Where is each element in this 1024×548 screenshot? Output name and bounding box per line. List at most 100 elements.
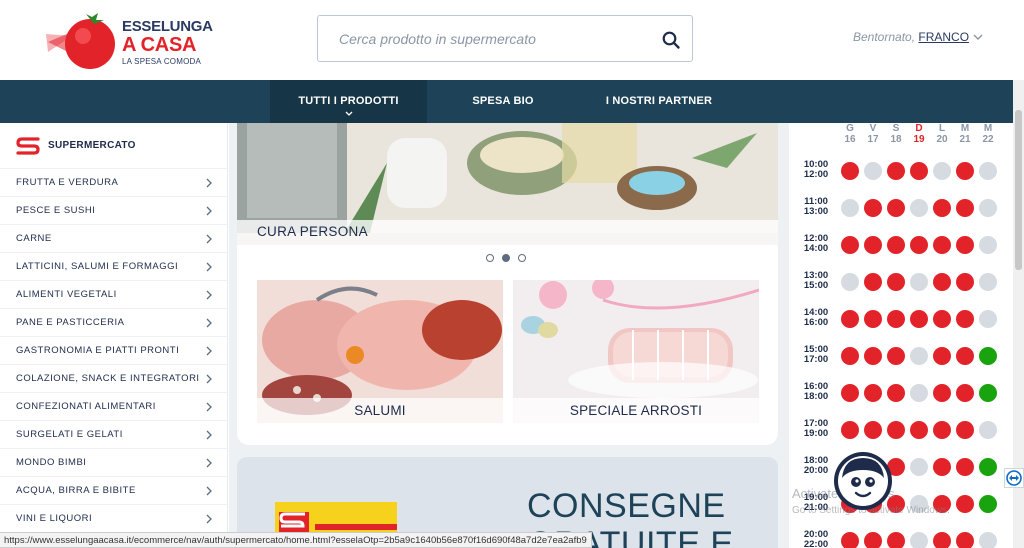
delivery-slot-red[interactable] bbox=[910, 162, 928, 180]
chevron-down-icon[interactable] bbox=[973, 32, 983, 42]
delivery-slot-red[interactable] bbox=[887, 273, 905, 291]
delivery-slot-gray[interactable] bbox=[910, 199, 928, 217]
nav-tutti-i-prodotti[interactable]: TUTTI I PRODOTTI bbox=[270, 80, 427, 123]
sidebar-item[interactable]: MONDO BIMBI bbox=[0, 448, 228, 476]
esselunga-logo[interactable]: ESSELUNGA A CASA LA SPESA COMODA bbox=[14, 10, 213, 70]
sidebar-item[interactable]: VINI E LIQUORI bbox=[0, 504, 228, 532]
delivery-slot-red[interactable] bbox=[933, 236, 951, 254]
carousel-dot[interactable] bbox=[486, 254, 494, 262]
delivery-slot-red[interactable] bbox=[933, 273, 951, 291]
delivery-slot-red[interactable] bbox=[910, 421, 928, 439]
delivery-slot-red[interactable] bbox=[933, 347, 951, 365]
nav-i-nostri-partner[interactable]: I NOSTRI PARTNER bbox=[594, 80, 724, 123]
delivery-slot-green[interactable] bbox=[979, 347, 997, 365]
teamviewer-edge-button[interactable] bbox=[1004, 468, 1024, 488]
delivery-slot-red[interactable] bbox=[910, 310, 928, 328]
delivery-slot-red[interactable] bbox=[933, 199, 951, 217]
delivery-slot-red[interactable] bbox=[956, 199, 974, 217]
delivery-slot-red[interactable] bbox=[864, 273, 882, 291]
carousel-dot[interactable] bbox=[518, 254, 526, 262]
delivery-slot-green[interactable] bbox=[979, 384, 997, 402]
delivery-slot-red[interactable] bbox=[841, 532, 859, 548]
delivery-slot-gray[interactable] bbox=[910, 532, 928, 548]
delivery-slot-red[interactable] bbox=[841, 421, 859, 439]
delivery-slot-gray[interactable] bbox=[979, 199, 997, 217]
delivery-slot-red[interactable] bbox=[956, 458, 974, 476]
delivery-slot-gray[interactable] bbox=[910, 458, 928, 476]
delivery-slot-red[interactable] bbox=[841, 347, 859, 365]
delivery-slot-red[interactable] bbox=[933, 532, 951, 548]
delivery-slot-red[interactable] bbox=[956, 310, 974, 328]
sidebar-item[interactable]: CARNE bbox=[0, 224, 228, 252]
delivery-slot-red[interactable] bbox=[864, 236, 882, 254]
delivery-slot-gray[interactable] bbox=[979, 162, 997, 180]
delivery-slot-red[interactable] bbox=[887, 347, 905, 365]
sidebar-item[interactable]: SURGELATI E GELATI bbox=[0, 420, 228, 448]
delivery-slot-gray[interactable] bbox=[933, 162, 951, 180]
delivery-slot-green[interactable] bbox=[979, 458, 997, 476]
delivery-slot-gray[interactable] bbox=[979, 236, 997, 254]
delivery-slot-red[interactable] bbox=[933, 421, 951, 439]
delivery-slot-gray[interactable] bbox=[864, 162, 882, 180]
delivery-slot-red[interactable] bbox=[887, 199, 905, 217]
tile-salumi[interactable]: SALUMI bbox=[257, 280, 503, 423]
chat-assistant-icon[interactable] bbox=[832, 450, 894, 512]
delivery-slot-gray[interactable] bbox=[979, 273, 997, 291]
delivery-slot-red[interactable] bbox=[956, 236, 974, 254]
sidebar-item[interactable]: ACQUA, BIRRA E BIBITE bbox=[0, 476, 228, 504]
sidebar-item[interactable]: LATTICINI, SALUMI E FORMAGGI bbox=[0, 252, 228, 280]
delivery-slot-red[interactable] bbox=[864, 199, 882, 217]
delivery-slot-red[interactable] bbox=[956, 162, 974, 180]
delivery-slot-red[interactable] bbox=[956, 273, 974, 291]
delivery-slot-gray[interactable] bbox=[910, 273, 928, 291]
delivery-slot-red[interactable] bbox=[887, 384, 905, 402]
delivery-slot-red[interactable] bbox=[933, 384, 951, 402]
search-input[interactable] bbox=[339, 28, 639, 50]
sidebar-item[interactable]: GASTRONOMIA E PIATTI PRONTI bbox=[0, 336, 228, 364]
delivery-slot-red[interactable] bbox=[864, 347, 882, 365]
delivery-slot-red[interactable] bbox=[887, 532, 905, 548]
delivery-slot-red[interactable] bbox=[910, 236, 928, 254]
user-name[interactable]: FRANCO bbox=[918, 30, 969, 44]
scrollbar-thumb[interactable] bbox=[1015, 110, 1022, 270]
delivery-slot-red[interactable] bbox=[841, 162, 859, 180]
delivery-slot-red[interactable] bbox=[956, 532, 974, 548]
tile-speciale-arrosti[interactable]: SPECIALE ARROSTI bbox=[513, 280, 759, 423]
delivery-slot-red[interactable] bbox=[864, 310, 882, 328]
sidebar-item[interactable]: PANE E PASTICCERIA bbox=[0, 308, 228, 336]
delivery-slot-gray[interactable] bbox=[910, 384, 928, 402]
delivery-slot-red[interactable] bbox=[956, 421, 974, 439]
delivery-slot-gray[interactable] bbox=[979, 310, 997, 328]
nav-spesa-bio[interactable]: SPESA BIO bbox=[448, 80, 558, 123]
search-icon[interactable] bbox=[661, 30, 681, 50]
delivery-slot-red[interactable] bbox=[956, 347, 974, 365]
user-menu[interactable]: Bentornato, FRANCO bbox=[853, 30, 983, 44]
carousel-dot-active[interactable] bbox=[502, 254, 510, 262]
delivery-slot-red[interactable] bbox=[956, 384, 974, 402]
sidebar-item[interactable]: PESCE E SUSHI bbox=[0, 196, 228, 224]
delivery-slot-red[interactable] bbox=[887, 236, 905, 254]
delivery-slot-gray[interactable] bbox=[979, 421, 997, 439]
delivery-slot-red[interactable] bbox=[841, 236, 859, 254]
delivery-slot-red[interactable] bbox=[864, 421, 882, 439]
sidebar-item[interactable]: ALIMENTI VEGETALI bbox=[0, 280, 228, 308]
hero-banner[interactable]: CURA PERSONA bbox=[237, 123, 778, 245]
delivery-slot-gray[interactable] bbox=[841, 199, 859, 217]
sidebar-item[interactable]: FRUTTA E VERDURA bbox=[0, 168, 228, 196]
delivery-slot-red[interactable] bbox=[841, 384, 859, 402]
delivery-slot-red[interactable] bbox=[933, 310, 951, 328]
delivery-slot-gray[interactable] bbox=[841, 273, 859, 291]
delivery-slot-red[interactable] bbox=[887, 421, 905, 439]
delivery-slot-gray[interactable] bbox=[910, 347, 928, 365]
sidebar-item[interactable]: COLAZIONE, SNACK E INTEGRATORI bbox=[0, 364, 228, 392]
delivery-slot-red[interactable] bbox=[841, 310, 859, 328]
sidebar-item[interactable]: CONFEZIONATI ALIMENTARI bbox=[0, 392, 228, 420]
delivery-slot-red[interactable] bbox=[864, 384, 882, 402]
delivery-slot-red[interactable] bbox=[864, 532, 882, 548]
delivery-slot-green[interactable] bbox=[979, 495, 997, 513]
delivery-slot-gray[interactable] bbox=[979, 532, 997, 548]
delivery-slot-red[interactable] bbox=[933, 458, 951, 476]
delivery-slot-red[interactable] bbox=[956, 495, 974, 513]
delivery-slot-red[interactable] bbox=[887, 310, 905, 328]
delivery-slot-red[interactable] bbox=[887, 162, 905, 180]
